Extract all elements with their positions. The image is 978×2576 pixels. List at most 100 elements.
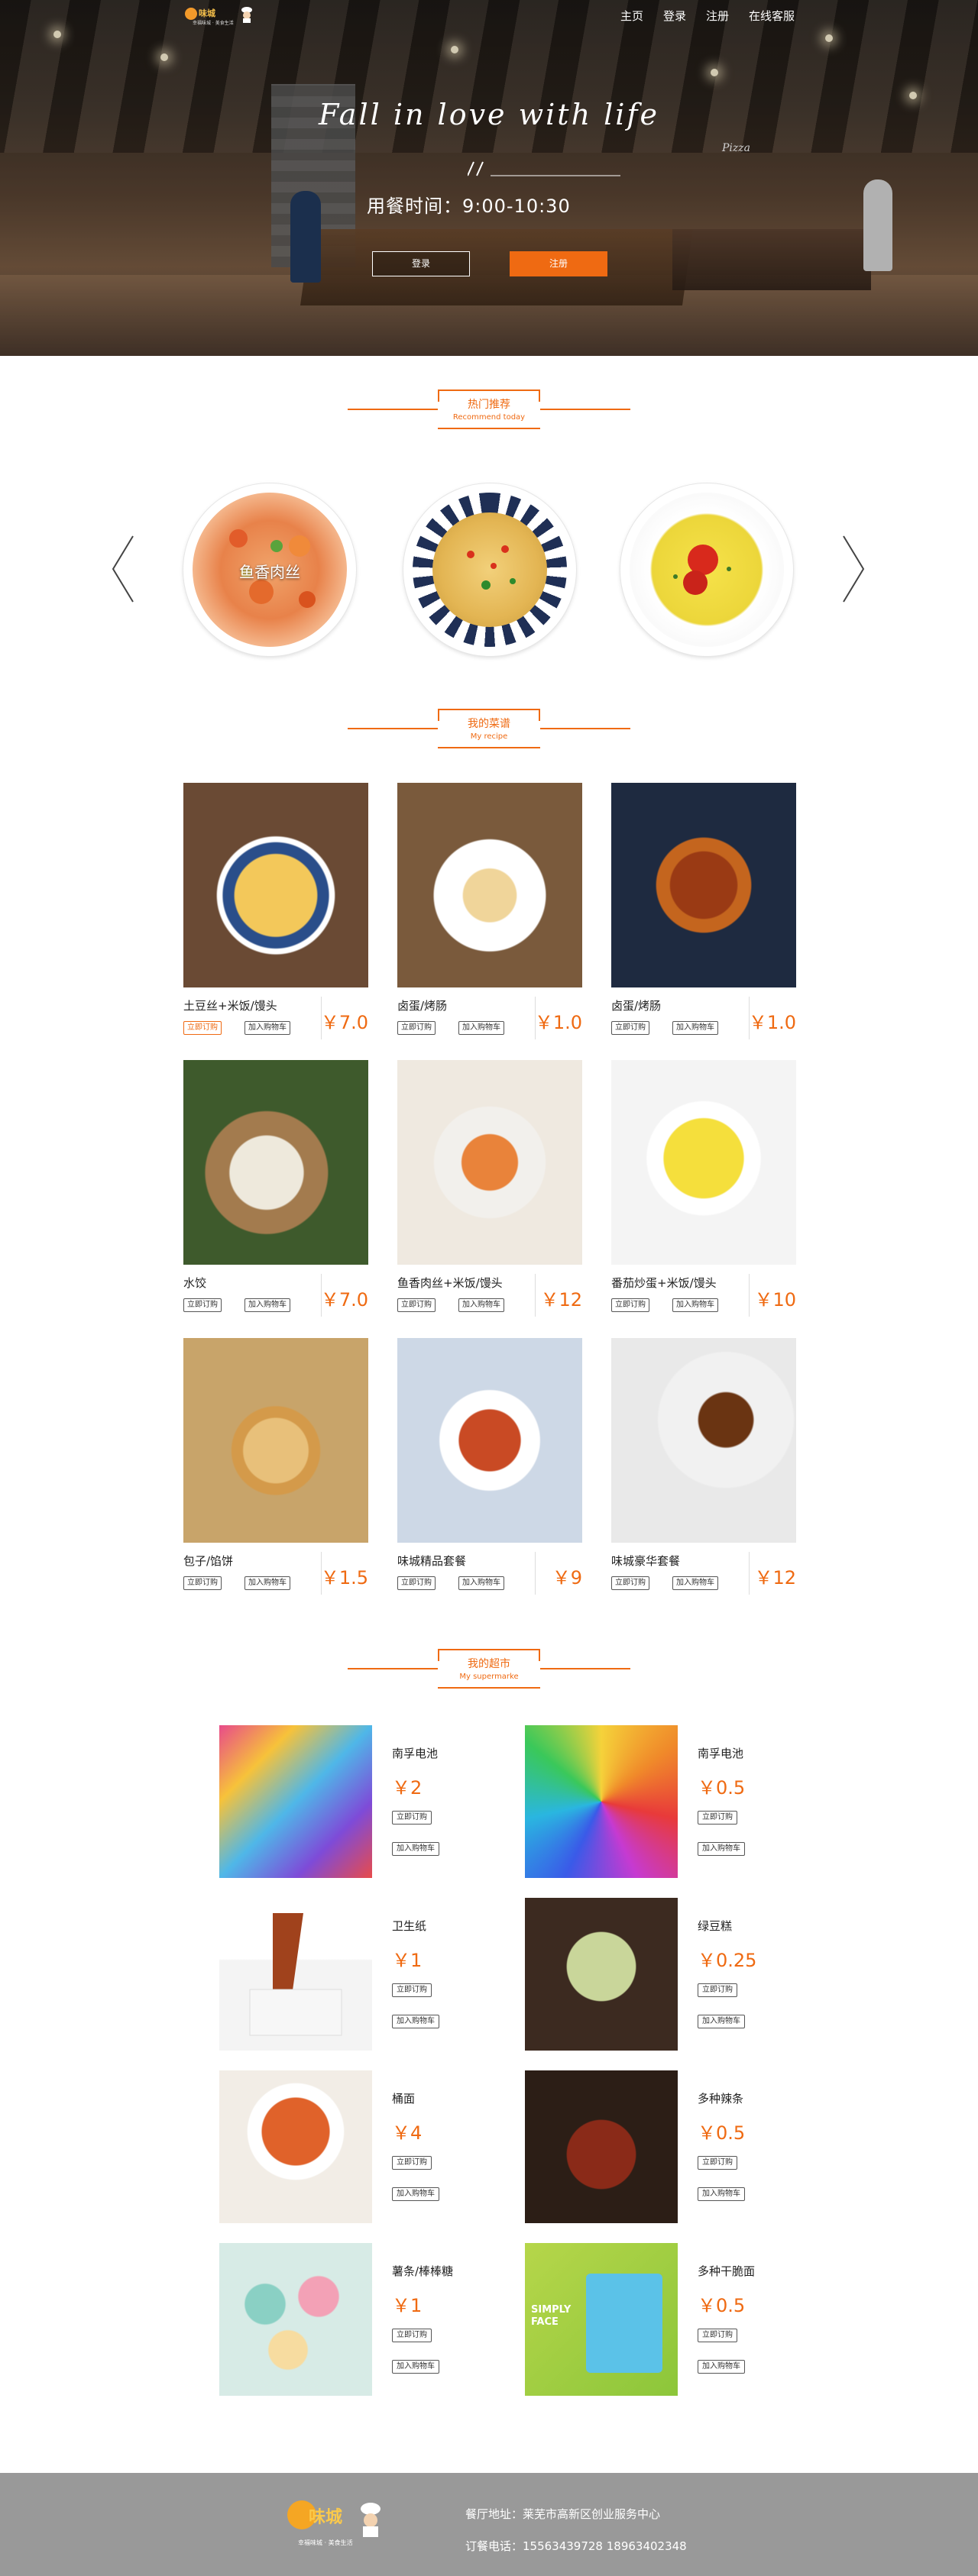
order-now-button[interactable]: 立即订购 — [698, 2156, 737, 2170]
order-now-button[interactable]: 立即订购 — [183, 1021, 222, 1035]
recipe-card[interactable]: 味城豪华套餐 立即订购 加入购物车 ￥12 — [611, 1338, 796, 1605]
add-to-cart-button[interactable]: 加入购物车 — [244, 1298, 290, 1312]
nav-home[interactable]: 主页 — [620, 8, 643, 24]
order-now-button[interactable]: 立即订购 — [698, 1983, 737, 1997]
add-to-cart-button[interactable]: 加入购物车 — [392, 1842, 439, 1856]
footer-logo[interactable]: 味城 幸福味城 · 美食生活 — [281, 2494, 388, 2555]
order-now-button[interactable]: 立即订购 — [397, 1576, 436, 1590]
hero-register-button[interactable]: 注册 — [510, 251, 607, 276]
dumpling-dish-icon[interactable] — [183, 1060, 368, 1265]
package-text: SIMPLY FACE — [531, 2304, 572, 2328]
recipe-name: 番茄炒蛋+米饭/馒头 — [611, 1276, 717, 1290]
order-now-button[interactable]: 立即订购 — [611, 1576, 649, 1590]
recipe-card[interactable]: 味城精品套餐 立即订购 加入购物车 ￥9 — [397, 1338, 582, 1605]
price-divider — [535, 1552, 536, 1595]
recipe-card[interactable]: 卤蛋/烤肠 立即订购 加入购物车 ￥1.0 — [611, 783, 796, 1050]
supermarket-item[interactable]: 南孚电池 ￥0.5 立即订购加入购物车 — [525, 1725, 800, 1878]
supermarket-item[interactable]: 卫生纸 ￥1 立即订购 加入购物车 — [219, 1898, 494, 2051]
order-now-button[interactable]: 立即订购 — [698, 1811, 737, 1825]
fish-flavored-pork-dish-icon[interactable] — [397, 1060, 582, 1265]
add-to-cart-button[interactable]: 加入购物车 — [244, 1021, 290, 1035]
add-to-cart-button[interactable]: 加入购物车 — [698, 1842, 745, 1856]
add-to-cart-button[interactable]: 加入购物车 — [672, 1021, 718, 1035]
recipe-card[interactable]: 卤蛋/烤肠 立即订购 加入购物车 ￥1.0 — [397, 783, 582, 1050]
potato-noodle-dish-icon[interactable] — [183, 783, 368, 987]
add-to-cart-button[interactable]: 加入购物车 — [244, 1576, 290, 1590]
item-name: 桶面 — [392, 2092, 416, 2106]
recipe-price: ￥12 — [540, 1289, 582, 1311]
add-to-cart-button[interactable]: 加入购物车 — [672, 1576, 718, 1590]
order-now-button[interactable]: 立即订购 — [183, 1298, 222, 1312]
supermarket-item[interactable]: 南孚电池 ￥2 立即订购 加入购物车 — [219, 1725, 494, 1878]
add-to-cart-button[interactable]: 加入购物车 — [458, 1021, 504, 1035]
recipe-card[interactable]: 番茄炒蛋+米饭/馒头 立即订购 加入购物车 ￥10 — [611, 1060, 796, 1327]
order-now-button[interactable]: 立即订购 — [183, 1576, 222, 1590]
order-now-button[interactable]: 立即订购 — [392, 2156, 432, 2170]
order-now-button[interactable]: 立即订购 — [392, 1983, 432, 1997]
site-footer: 味城 幸福味城 · 美食生活 餐厅地址：莱芜市高新区创业服务中心 订餐电话：15… — [0, 2473, 978, 2576]
nav-login[interactable]: 登录 — [663, 8, 686, 24]
carousel-prev-arrow-icon[interactable] — [108, 535, 139, 603]
supermarket-item[interactable]: 多种辣条 ￥0.5 立即订购 加入购物车 — [525, 2070, 800, 2223]
add-to-cart-button[interactable]: 加入购物车 — [392, 2360, 439, 2374]
toilet-paper-icon[interactable] — [219, 1898, 372, 2051]
site-logo[interactable]: 味城 幸福味城 · 美食生活 — [185, 6, 255, 26]
supermarket-item[interactable]: SIMPLY FACE 多种干脆面 ￥0.5 立即订购 加入购物车 — [525, 2243, 800, 2396]
item-price: ￥0.25 — [698, 1950, 757, 1971]
spicy-strip-icon[interactable] — [525, 2070, 678, 2223]
battery-icon[interactable] — [525, 1725, 678, 1878]
recipe-card[interactable]: 水饺 立即订购 加入购物车 ￥7.0 — [183, 1060, 368, 1327]
add-to-cart-button[interactable]: 加入购物车 — [698, 2187, 745, 2201]
order-now-button[interactable]: 立即订购 — [397, 1021, 436, 1035]
item-price: ￥0.5 — [698, 1777, 746, 1799]
carousel-next-arrow-icon[interactable] — [837, 535, 868, 603]
add-to-cart-button[interactable]: 加入购物车 — [672, 1298, 718, 1312]
add-to-cart-button[interactable]: 加入购物车 — [698, 2360, 745, 2374]
order-now-button[interactable]: 立即订购 — [397, 1298, 436, 1312]
add-to-cart-button[interactable]: 加入购物车 — [392, 2187, 439, 2201]
battery-icon[interactable] — [219, 1725, 372, 1878]
add-to-cart-button[interactable]: 加入购物车 — [698, 2015, 745, 2028]
tomato-egg-dish-icon — [630, 493, 784, 647]
recipe-card[interactable]: 鱼香肉丝+米饭/馒头 立即订购 加入购物车 ￥12 — [397, 1060, 582, 1327]
carousel-item[interactable]: 鱼香肉丝 — [183, 483, 356, 656]
recipe-card[interactable]: 土豆丝+米饭/馒头 立即订购 加入购物车 ￥7.0 — [183, 783, 368, 1050]
lollipop-icon[interactable] — [219, 2243, 372, 2396]
order-now-button[interactable]: 立即订购 — [611, 1298, 649, 1312]
hero-divider — [468, 161, 620, 176]
item-price: ￥1 — [392, 1950, 423, 1971]
add-to-cart-button[interactable]: 加入购物车 — [458, 1298, 504, 1312]
mung-bean-cake-icon[interactable] — [525, 1898, 678, 2051]
recipe-card[interactable]: 包子/馅饼 立即订购 加入购物车 ￥1.5 — [183, 1338, 368, 1605]
order-now-button[interactable]: 立即订购 — [698, 2329, 737, 2342]
recipe-name: 味城精品套餐 — [397, 1554, 467, 1568]
item-name: 南孚电池 — [698, 1747, 744, 1760]
deluxe-set-dish-icon[interactable] — [611, 1338, 796, 1543]
main-nav: 主页 登录 注册 在线客服 — [601, 8, 795, 24]
carousel-item[interactable] — [403, 483, 576, 656]
snack-package-icon — [586, 2274, 662, 2373]
supermarket-item[interactable]: 绿豆糕 ￥0.25 立即订购 加入购物车 — [525, 1898, 800, 2051]
order-now-button[interactable]: 立即订购 — [611, 1021, 649, 1035]
grilled-chicken-dish-icon[interactable] — [611, 783, 796, 987]
add-to-cart-button[interactable]: 加入购物车 — [458, 1576, 504, 1590]
crispy-noodle-icon[interactable]: SIMPLY FACE — [525, 2243, 678, 2396]
nav-register[interactable]: 注册 — [706, 8, 729, 24]
item-name: 多种干脆面 — [698, 2264, 756, 2278]
braised-egg-dish-icon[interactable] — [397, 783, 582, 987]
noodle-set-dish-icon[interactable] — [397, 1338, 582, 1543]
hero-login-button[interactable]: 登录 — [372, 251, 470, 276]
nav-support[interactable]: 在线客服 — [749, 8, 795, 24]
order-now-button[interactable]: 立即订购 — [392, 2329, 432, 2342]
cup-noodle-icon[interactable] — [219, 2070, 372, 2223]
order-now-button[interactable]: 立即订购 — [392, 1811, 432, 1825]
supermarket-item[interactable]: 桶面 ￥4 立即订购 加入购物车 — [219, 2070, 494, 2223]
add-to-cart-button[interactable]: 加入购物车 — [392, 2015, 439, 2028]
recipe-name: 味城豪华套餐 — [611, 1554, 681, 1568]
tomato-egg-dish-icon[interactable] — [611, 1060, 796, 1265]
item-name: 南孚电池 — [392, 1747, 439, 1760]
bun-pancake-dish-icon[interactable] — [183, 1338, 368, 1543]
carousel-item[interactable] — [620, 483, 793, 656]
recommend-subtitle: Recommend today — [452, 413, 526, 422]
supermarket-item[interactable]: 薯条/棒棒糖 ￥1 立即订购 加入购物车 — [219, 2243, 494, 2396]
